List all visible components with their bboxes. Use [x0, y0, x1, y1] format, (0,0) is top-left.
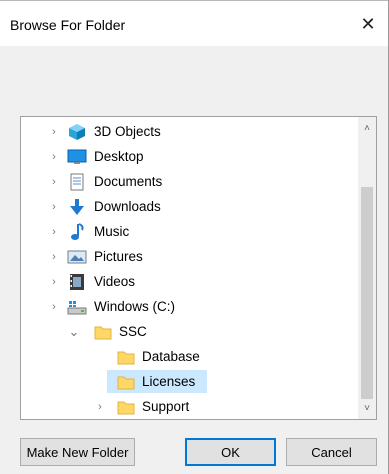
expand-chevron-icon[interactable]: ›: [47, 175, 61, 189]
tree-item-label: Downloads: [94, 199, 161, 214]
pictures-icon: [67, 247, 87, 267]
expand-chevron-icon[interactable]: ›: [47, 225, 61, 239]
expand-chevron-icon[interactable]: ›: [47, 150, 61, 164]
tree-item-3d-objects[interactable]: › 3D Objects: [21, 119, 358, 144]
music-icon: [67, 222, 87, 242]
tree-item-support[interactable]: › Support: [21, 394, 358, 419]
folder-tree[interactable]: › 3D Objects › Desktop › Documents › Dow…: [20, 116, 377, 420]
tree-item-label: Database: [142, 349, 200, 364]
browse-for-folder-dialog: Browse For Folder ✕ › 3D Objects › Deskt…: [0, 0, 389, 474]
tree-item-licenses[interactable]: Licenses: [21, 369, 358, 394]
tree-item-label: Support: [142, 399, 190, 414]
collapse-chevron-icon[interactable]: ⌄: [67, 324, 81, 339]
tree-item-label: Windows (C:): [94, 299, 176, 314]
tree-item-downloads[interactable]: › Downloads: [21, 194, 358, 219]
vertical-scrollbar[interactable]: ˄ ˅: [358, 117, 376, 419]
ok-button[interactable]: OK: [185, 438, 276, 466]
tree-item-label: Desktop: [94, 149, 144, 164]
tree-item-label: 3D Objects: [94, 124, 161, 139]
videos-icon: [67, 272, 87, 292]
make-new-folder-button[interactable]: Make New Folder: [20, 438, 135, 466]
tree-item-label: Documents: [94, 174, 163, 189]
close-icon: ✕: [360, 13, 376, 34]
tree-item-label: Music: [94, 224, 130, 239]
folder-icon: [116, 372, 136, 392]
tree-item-windows-c[interactable]: › Windows (C:): [21, 294, 358, 319]
downloads-icon: [67, 197, 87, 217]
tree-item-videos[interactable]: › Videos: [21, 269, 358, 294]
tree-item-music[interactable]: › Music: [21, 219, 358, 244]
3d-objects-icon: [67, 122, 87, 142]
desktop-icon: [67, 147, 87, 167]
expand-chevron-icon[interactable]: ›: [47, 250, 61, 264]
tree-item-documents[interactable]: › Documents: [21, 169, 358, 194]
expand-chevron-icon[interactable]: ›: [93, 400, 107, 414]
dialog-title: Browse For Folder: [10, 17, 126, 33]
tree-item-label: Videos: [94, 274, 136, 289]
title-bar: Browse For Folder ✕: [0, 0, 388, 46]
tree-item-label: SSC: [119, 324, 147, 339]
tree-item-pictures[interactable]: › Pictures: [21, 244, 358, 269]
folder-icon: [116, 347, 136, 367]
tree-item-label: Licenses: [142, 374, 196, 389]
expand-chevron-icon[interactable]: ›: [47, 200, 61, 214]
tree-item-label: Pictures: [94, 249, 143, 264]
tree-item-ssc[interactable]: ⌄ SSC: [21, 319, 358, 344]
expand-chevron-icon[interactable]: ›: [47, 125, 61, 139]
scroll-up-icon[interactable]: ˄: [358, 119, 376, 137]
documents-icon: [67, 172, 87, 192]
cancel-button[interactable]: Cancel: [286, 438, 377, 466]
scrollbar-thumb[interactable]: [361, 187, 373, 399]
tree-item-database[interactable]: Database: [21, 344, 358, 369]
close-button[interactable]: ✕: [348, 7, 388, 41]
folder-icon: [116, 397, 136, 417]
expand-chevron-icon[interactable]: ›: [47, 300, 61, 314]
scroll-down-icon[interactable]: ˅: [358, 399, 376, 417]
expand-chevron-icon[interactable]: ›: [47, 275, 61, 289]
drive-icon: [67, 297, 87, 317]
folder-icon: [93, 322, 113, 342]
tree-item-desktop[interactable]: › Desktop: [21, 144, 358, 169]
